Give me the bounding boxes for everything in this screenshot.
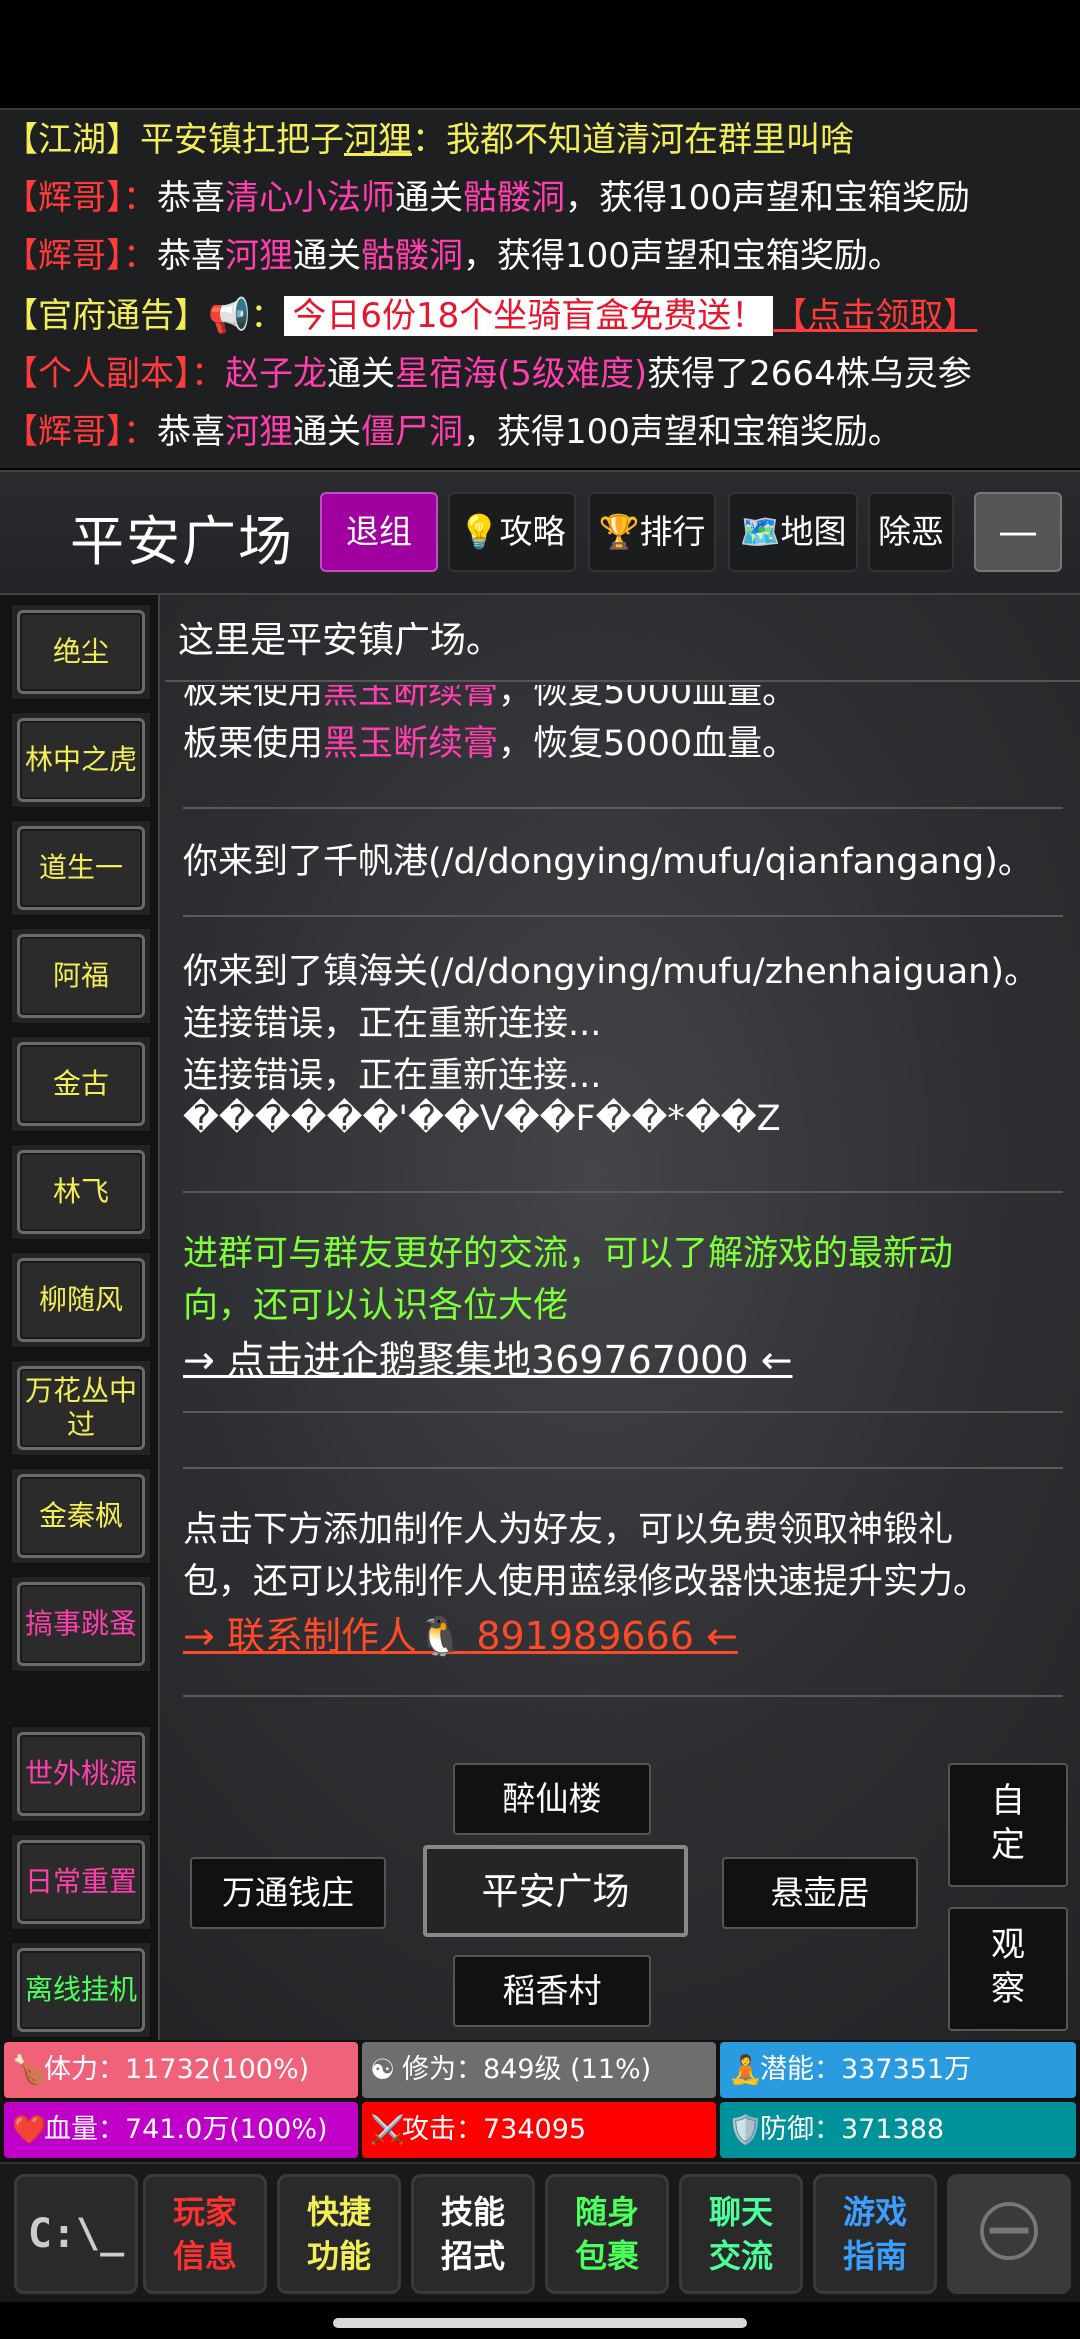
exit-west-button[interactable]: 万通钱庄 xyxy=(190,1857,386,1929)
player-stats: 🍗 体力：11732(100%) ☯ 修为：849级 (11%) 🧘 潜能：33735… xyxy=(0,2040,1080,2162)
observe-button[interactable]: 观 察 xyxy=(948,1907,1068,2031)
guide-button[interactable]: 💡攻略 xyxy=(448,492,576,572)
special-item[interactable]: 世外桃源 xyxy=(10,1725,152,1823)
group-link[interactable]: → 点击进企鹅聚集地369767000 ← xyxy=(183,1329,792,1384)
location-header: 平安广场 退组 💡攻略 🏆排行 🗺️地图 除恶 — xyxy=(0,470,1080,595)
npc-item[interactable]: 柳随风 xyxy=(10,1251,152,1349)
feed-line: 【辉哥】：恭喜河狸通关僵尸洞，获得100声望和宝箱奖励。 xyxy=(4,412,902,452)
potential-stat: 🧘 潜能：337351万 xyxy=(720,2042,1076,2098)
map-icon: 🗺️ xyxy=(739,512,781,551)
tab-guide[interactable]: 游戏 指南 xyxy=(813,2174,937,2294)
npc-item[interactable]: 林飞 xyxy=(10,1143,152,1241)
broadcast-feed: 【江湖】平安镇扛把子河狸：我都不知道清河在群里叫啥 【辉哥】：恭喜清心小法师通关… xyxy=(0,108,1080,468)
divider xyxy=(183,807,1063,809)
tab-chat[interactable]: 聊天 交流 xyxy=(679,2174,803,2294)
leave-team-button[interactable]: 退组 xyxy=(320,492,438,572)
log-line: 你来到了千帆港(/d/dongying/mufu/qianfangang)。 xyxy=(183,842,1033,882)
npc-item[interactable]: 道生一 xyxy=(10,819,152,917)
feed-line: 【辉哥】：恭喜河狸通关骷髅洞，获得100声望和宝箱奖励。 xyxy=(4,236,902,276)
npc-item[interactable]: 金古 xyxy=(10,1035,152,1133)
custom-button[interactable]: 自 定 xyxy=(948,1763,1068,1887)
special-item[interactable]: 离线挂机 xyxy=(10,1941,152,2039)
feed-line: 【辉哥】：恭喜清心小法师通关骷髅洞，获得100声望和宝箱奖励 xyxy=(4,178,970,218)
tab-shortcuts[interactable]: 快捷 功能 xyxy=(277,2174,401,2294)
special-item[interactable]: 日常重置 xyxy=(10,1833,152,1931)
defense-stat: 🛡️ 防御：371388 xyxy=(720,2102,1076,2158)
seal-icon[interactable]: ㊀ xyxy=(947,2174,1071,2294)
log-line: 你来到了镇海关(/d/dongying/mufu/zhenhaiguan)。 xyxy=(183,952,1039,992)
drumstick-icon: 🍗 xyxy=(12,2053,47,2086)
claim-link[interactable]: 【点击领取】 xyxy=(773,296,977,336)
rank-button[interactable]: 🏆排行 xyxy=(588,492,716,572)
main-area: 绝尘 林中之虎 道生一 阿福 金古 林飞 柳随风 万花丛中过 金秦枫 搞事跳蚤 … xyxy=(0,595,1080,2040)
divider xyxy=(183,1411,1063,1413)
maker-info: 点击下方添加制作人为好友，可以免费领取神锻礼 xyxy=(183,1510,954,1550)
location-description: 这里是平安镇广场。 xyxy=(178,620,503,661)
npc-list: 绝尘 林中之虎 道生一 阿福 金古 林飞 柳随风 万花丛中过 金秦枫 搞事跳蚤 … xyxy=(0,595,160,2040)
yin-yang-icon: ☯ xyxy=(370,2053,396,2086)
trophy-icon: 🏆 xyxy=(598,512,640,551)
heart-icon: ❤️ xyxy=(12,2113,47,2146)
maker-info: 包，还可以找制作人使用蓝绿修改器快速提升实力。 xyxy=(183,1562,989,1602)
divider xyxy=(183,915,1063,917)
shield-icon: 🛡️ xyxy=(728,2113,763,2146)
remove-evil-button[interactable]: 除恶 xyxy=(868,492,954,572)
current-location-button[interactable]: 平安广场 xyxy=(423,1845,688,1937)
log-line: 板栗使用黑玉断续膏，恢复5000血量。 xyxy=(183,685,798,712)
divider xyxy=(183,1695,1063,1697)
group-info: 进群可与群友更好的交流，可以了解游戏的最新动 xyxy=(183,1234,954,1274)
divider xyxy=(183,1191,1063,1193)
attack-stat: ⚔️ 攻击：734095 xyxy=(362,2102,716,2158)
penguin-icon: 🐧 xyxy=(416,1614,465,1658)
npc-item[interactable]: 阿福 xyxy=(10,927,152,1025)
log-line: 连接错误，正在重新连接... xyxy=(183,1004,602,1044)
feed-line: 【个人副本】：赵子龙通关星宿海(5级难度)获得了2664株乌灵参 xyxy=(4,354,972,394)
divider xyxy=(165,680,1080,682)
npc-item[interactable]: 搞事跳蚤 xyxy=(10,1575,152,1673)
message-log: 板栗使用黑玉断续膏，恢复5000血量。 板栗使用黑玉断续膏，恢复5000血量。 … xyxy=(165,685,1080,1685)
tab-skills[interactable]: 技能 招式 xyxy=(411,2174,535,2294)
npc-item[interactable]: 万花丛中过 xyxy=(10,1359,152,1457)
megaphone-icon: 📢 xyxy=(208,296,251,336)
exit-east-button[interactable]: 悬壶居 xyxy=(722,1857,918,1929)
hp-stat: ❤️ 血量：741.0万(100%) xyxy=(4,2102,358,2158)
log-line: 板栗使用黑玉断续膏，恢复5000血量。 xyxy=(183,724,798,764)
bottom-nav: C:\_ 玩家 信息 快捷 功能 技能 招式 随身 包裹 聊天 交流 游戏 指南 ㊀ xyxy=(0,2162,1080,2302)
exit-north-button[interactable]: 醉仙楼 xyxy=(453,1763,651,1835)
group-info: 向，还可以认识各位大佬 xyxy=(183,1286,569,1326)
npc-item[interactable]: 林中之虎 xyxy=(10,711,152,809)
console-icon[interactable]: C:\_ xyxy=(14,2174,138,2294)
home-bar xyxy=(0,2302,1080,2339)
cultivation-stat: ☯ 修为：849级 (11%) xyxy=(362,2042,716,2098)
tab-inventory[interactable]: 随身 包裹 xyxy=(545,2174,669,2294)
map-button[interactable]: 🗺️地图 xyxy=(728,492,858,572)
npc-item[interactable]: 绝尘 xyxy=(10,603,152,701)
status-bar xyxy=(0,0,1080,108)
stamina-stat: 🍗 体力：11732(100%) xyxy=(4,2042,358,2098)
log-line: ������'��V��F��*��Z xyxy=(183,1099,781,1139)
npc-item[interactable]: 金秦枫 xyxy=(10,1467,152,1565)
feed-line: 【官府通告】📢： 今日6份18个坐骑盲盒免费送！ 【点击领取】 xyxy=(4,296,978,336)
tab-player-info[interactable]: 玩家 信息 xyxy=(143,2174,267,2294)
page-title: 平安广场 xyxy=(70,510,294,573)
menu-button[interactable]: — xyxy=(974,492,1062,572)
swords-icon: ⚔️ xyxy=(370,2113,405,2146)
notice-banner: 今日6份18个坐骑盲盒免费送！ xyxy=(284,296,774,336)
divider xyxy=(183,1467,1063,1469)
home-indicator[interactable] xyxy=(333,2318,747,2328)
meditation-icon: 🧘 xyxy=(728,2053,763,2086)
bulb-icon: 💡 xyxy=(458,512,500,551)
player-link[interactable]: 河狸 xyxy=(344,120,412,160)
log-line: 连接错误，正在重新连接... xyxy=(183,1056,602,1096)
maker-link[interactable]: → 联系制作人🐧 891989666 ← xyxy=(183,1605,738,1660)
feed-line: 【江湖】平安镇扛把子河狸：我都不知道清河在群里叫啥 xyxy=(4,120,854,160)
exit-south-button[interactable]: 稻香村 xyxy=(453,1955,651,2027)
